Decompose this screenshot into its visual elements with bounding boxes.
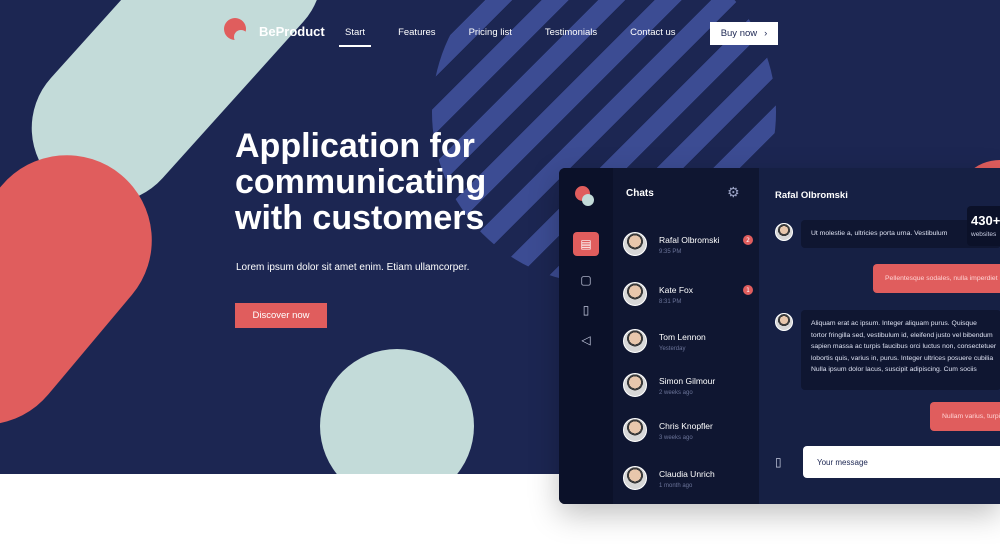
chat-name: Tom Lennon	[659, 332, 706, 342]
chat-icon[interactable]: ▤	[573, 232, 599, 256]
avatar	[623, 329, 647, 353]
buy-now-button[interactable]: Buy now ›	[710, 22, 778, 45]
avatar	[623, 232, 647, 256]
unread-badge: 2	[743, 235, 753, 245]
stat-label: websites	[971, 231, 997, 238]
message-line: sapien massa ac turpis faucibus orci luc…	[811, 343, 997, 350]
hero-subline: Lorem ipsum dolor sit amet enim. Etiam u…	[236, 262, 470, 273]
nav-item-start[interactable]: Start	[339, 27, 372, 47]
buy-now-label: Buy now	[720, 28, 758, 39]
message-line: Nulla ipsum dolor lacus, suscipit adipis…	[811, 366, 977, 373]
headline-line-1: Application for	[235, 127, 475, 165]
mint-circle-decoration	[320, 349, 474, 474]
chat-time: Yesterday	[659, 346, 686, 352]
headline-line-2: communicating	[235, 163, 487, 201]
incoming-message: Aliquam erat ac ipsum. Integer aliquam p…	[801, 310, 1000, 390]
brand-name: BeProduct	[259, 23, 325, 39]
chat-time: 2 weeks ago	[659, 390, 693, 396]
chevron-right-icon: ›	[764, 28, 768, 39]
chat-list-item[interactable]: Chris Knopfler 3 weeks ago	[623, 418, 753, 446]
gear-icon[interactable]: ⚙	[727, 185, 740, 201]
main-nav: Start Features Pricing list Testimonials…	[339, 27, 682, 47]
avatar	[623, 373, 647, 397]
avatar	[775, 313, 793, 331]
chats-list-panel: Chats ⚙ Rafal Olbromski 9:35 PM 2 Kate F…	[613, 168, 759, 504]
message-line: lobortis quis, varius in, purus. Integer…	[811, 354, 994, 362]
conversation-panel: Rafal Olbromski Ut molestie a, ultricies…	[759, 168, 1000, 504]
stat-card: 430+ websites	[967, 206, 1000, 246]
outgoing-message: Nullam varius, turpis	[930, 402, 1000, 431]
message-line: tortor fringilla sed, vestibulum id, ele…	[811, 331, 993, 339]
unread-badge: 1	[743, 285, 753, 295]
outgoing-message: Pellentesque sodales, nulla imperdiet	[873, 264, 1000, 293]
megaphone-icon[interactable]: ◁	[573, 328, 599, 352]
chats-title: Chats	[626, 188, 654, 199]
chat-name: Simon Gilmour	[659, 376, 716, 386]
app-sidebar-rail: ▤ ▢ ▯ ◁	[559, 168, 613, 504]
attachment-icon[interactable]: ▯	[775, 455, 782, 469]
hero-headline: Application for communicating with custo…	[235, 128, 535, 236]
logo-mark-icon	[224, 18, 250, 44]
chat-list-item[interactable]: Simon Gilmour 2 weeks ago	[623, 373, 753, 401]
landing-page: BeProduct Start Features Pricing list Te…	[0, 0, 1000, 544]
avatar	[623, 282, 647, 306]
nav-item-pricing-list[interactable]: Pricing list	[463, 27, 518, 38]
avatar	[623, 466, 647, 490]
nav-item-contact-us[interactable]: Contact us	[624, 27, 681, 38]
chat-list-item[interactable]: Claudia Unrich 1 month ago	[623, 466, 753, 494]
app-mockup: ▤ ▢ ▯ ◁ Chats ⚙ Rafal Olbromski 9:35 PM …	[559, 168, 1000, 504]
nav-item-testimonials[interactable]: Testimonials	[539, 27, 603, 38]
chat-time: 1 month ago	[659, 483, 693, 489]
chat-name: Rafal Olbromski	[659, 235, 720, 245]
avatar	[775, 223, 793, 241]
chat-list-item[interactable]: Tom Lennon Yesterday	[623, 329, 753, 357]
contacts-icon[interactable]: ▢	[573, 268, 599, 292]
chat-name: Kate Fox	[659, 285, 694, 295]
chat-time: 8:31 PM	[659, 299, 682, 305]
headline-line-3: with customers	[235, 199, 485, 237]
nav-item-features[interactable]: Features	[392, 27, 442, 38]
message-line: Aliquam erat ac ipsum. Integer aliquam p…	[811, 320, 977, 327]
chat-list-item[interactable]: Kate Fox 8:31 PM 1	[623, 282, 753, 310]
message-input[interactable]	[803, 446, 1000, 478]
brand-logo[interactable]: BeProduct	[224, 18, 325, 44]
chat-list-item[interactable]: Rafal Olbromski 9:35 PM 2	[623, 232, 753, 260]
discover-now-button[interactable]: Discover now	[235, 303, 327, 328]
phone-icon[interactable]: ▯	[573, 298, 599, 322]
avatar	[623, 418, 647, 442]
app-logo-icon	[575, 186, 597, 208]
conversation-title: Rafal Olbromski	[775, 190, 848, 201]
chat-time: 9:35 PM	[659, 249, 682, 255]
chat-time: 3 weeks ago	[659, 435, 693, 441]
stat-number: 430+	[971, 213, 1000, 228]
chat-name: Claudia Unrich	[659, 469, 715, 479]
chat-name: Chris Knopfler	[659, 421, 713, 431]
